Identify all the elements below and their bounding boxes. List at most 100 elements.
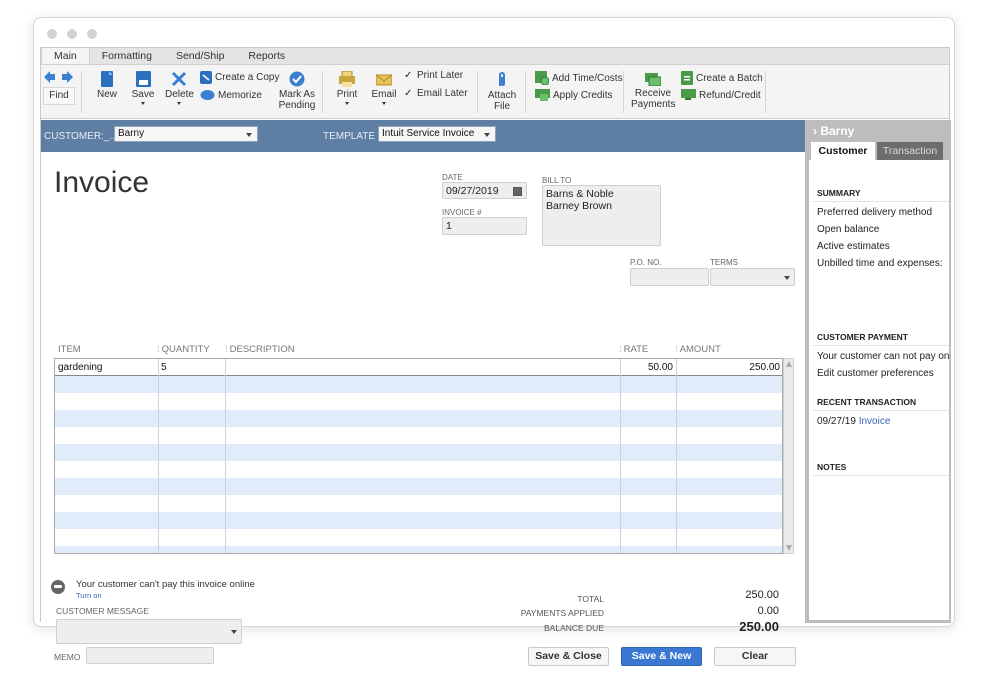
new-label: New (96, 89, 117, 100)
refund-credit-button[interactable]: Refund/Credit (681, 89, 761, 101)
maximize-window-button[interactable] (87, 29, 97, 39)
nav-arrows-icon (44, 71, 73, 83)
table-row[interactable]: gardening 5 50.00 250.00 (55, 359, 782, 376)
turn-on-link[interactable]: Turn on (76, 591, 102, 600)
column-header-amount[interactable]: ⁞ AMOUNT (675, 344, 721, 355)
page-title: Invoice (54, 166, 150, 199)
clear-button[interactable]: Clear (714, 647, 796, 666)
calendar-icon[interactable] (513, 187, 522, 196)
save-label: Save (131, 89, 155, 100)
date-field[interactable]: 09/27/2019 (442, 182, 527, 199)
po-number-label: P.O. NO. (630, 258, 662, 267)
summary-item: Open balance (817, 224, 880, 235)
add-time-icon (535, 71, 549, 85)
chevron-down-icon (231, 630, 237, 634)
po-number-field[interactable] (630, 268, 709, 286)
invoice-number-label: INVOICE # (442, 208, 482, 217)
checkmark-icon: ✓ (404, 69, 413, 81)
scroll-up-icon[interactable] (786, 361, 792, 367)
memo-label: MEMO (54, 652, 81, 662)
payments-applied-label: PAYMENTS APPLIED (520, 608, 604, 618)
previous-arrow-icon[interactable] (44, 71, 55, 83)
recent-invoice-link[interactable]: Invoice (859, 416, 891, 427)
column-header-rate[interactable]: ⁞ RATE (619, 344, 648, 355)
tab-send-ship[interactable]: Send/Ship (164, 48, 236, 64)
column-header-item[interactable]: ITEM (58, 344, 81, 355)
quantity-cell[interactable]: 5 (161, 359, 167, 376)
minimize-window-button[interactable] (67, 29, 77, 39)
ribbon-tabs: Main Formatting Send/Ship Reports (41, 48, 949, 65)
scroll-down-icon[interactable] (786, 545, 792, 551)
payment-text: Your customer can not pay on (817, 351, 950, 362)
delete-x-icon (171, 71, 187, 87)
terms-label: TERMS (710, 258, 738, 267)
column-header-description[interactable]: ⁞ DESCRIPTION (225, 344, 295, 355)
recent-transaction-heading: RECENT TRANSACTION (817, 397, 917, 407)
edit-preferences-link[interactable]: Edit customer preferences (817, 368, 934, 379)
bill-to-field[interactable]: Barns & Noble Barney Brown (542, 185, 661, 246)
total-label: TOTAL (577, 594, 604, 604)
find-button[interactable]: Find (43, 87, 75, 105)
customer-label: CUSTOMER:_.. (44, 131, 115, 142)
email-button[interactable]: Email (371, 71, 397, 105)
customer-payment-heading: CUSTOMER PAYMENT (817, 332, 908, 342)
new-document-icon (101, 71, 113, 87)
panel-header[interactable]: › Barny (805, 120, 951, 142)
create-batch-button[interactable]: Create a Batch (681, 71, 763, 85)
bill-to-label: BILL TO (542, 176, 572, 185)
invoice-number-field[interactable]: 1 (442, 217, 527, 235)
template-select[interactable]: Intuit Service Invoice (378, 126, 496, 142)
template-label: TEMPLATE (323, 131, 376, 142)
attach-file-button[interactable]: Attach File (487, 71, 517, 112)
next-arrow-icon[interactable] (62, 71, 73, 83)
checkmark-icon: ✓ (404, 87, 413, 99)
save-icon (135, 71, 151, 87)
window-controls (47, 29, 97, 39)
summary-item: Unbilled time and expenses: (817, 258, 943, 269)
save-button[interactable]: Save (131, 71, 155, 105)
tab-transaction[interactable]: Transaction (877, 142, 943, 160)
grid-scrollbar[interactable] (783, 358, 794, 554)
summary-item: Preferred delivery method (817, 207, 933, 218)
customer-select[interactable]: Barny (114, 126, 258, 142)
refund-icon (681, 89, 696, 100)
amount-cell[interactable]: 250.00 (677, 359, 780, 376)
print-button[interactable]: Print (336, 71, 358, 105)
tab-reports[interactable]: Reports (236, 48, 297, 64)
summary-heading: SUMMARY (817, 188, 861, 198)
column-header-quantity[interactable]: ⁞ QUANTITY (157, 344, 210, 355)
receive-payments-button[interactable]: Receive Payments (631, 71, 675, 110)
summary-item: Active estimates (817, 241, 890, 252)
memorize-icon (200, 90, 215, 100)
rate-cell[interactable]: 50.00 (621, 359, 673, 376)
apply-credits-icon (535, 89, 550, 101)
add-time-costs-button[interactable]: Add Time/Costs (535, 71, 623, 85)
terms-select[interactable] (710, 268, 795, 286)
memo-field[interactable] (86, 647, 214, 664)
save-close-button[interactable]: Save & Close (528, 647, 609, 666)
notes-heading: NOTES (817, 462, 847, 472)
delete-button[interactable]: Delete (165, 71, 194, 105)
save-new-button[interactable]: Save & New (621, 647, 702, 666)
item-cell[interactable]: gardening (58, 359, 102, 376)
tab-main[interactable]: Main (41, 48, 90, 64)
mark-as-pending-button[interactable]: Mark As Pending (277, 71, 317, 111)
customer-message-select[interactable] (56, 619, 242, 644)
tab-customer[interactable]: Customer (811, 142, 875, 160)
memorize-button[interactable]: Memorize (200, 89, 262, 101)
close-window-button[interactable] (47, 29, 57, 39)
date-label: DATE (442, 173, 463, 182)
print-later-checkbox[interactable]: ✓ Print Later (404, 70, 463, 81)
tab-formatting[interactable]: Formatting (90, 48, 164, 64)
line-items-grid: gardening 5 50.00 250.00 (54, 358, 783, 554)
chevron-down-icon (484, 133, 490, 137)
copy-icon (200, 71, 212, 84)
invoice-app: Main Formatting Send/Ship Reports Find N… (40, 47, 951, 666)
checkmark-circle-icon (289, 71, 305, 87)
apply-credits-button[interactable]: Apply Credits (535, 89, 612, 101)
new-button[interactable]: New (95, 71, 119, 100)
customer-bar: CUSTOMER:_.. Barny TEMPLATE Intuit Servi… (41, 120, 805, 152)
printer-icon (339, 71, 355, 87)
email-later-checkbox[interactable]: ✓ Email Later (404, 88, 468, 99)
create-copy-button[interactable]: Create a Copy (200, 71, 279, 84)
